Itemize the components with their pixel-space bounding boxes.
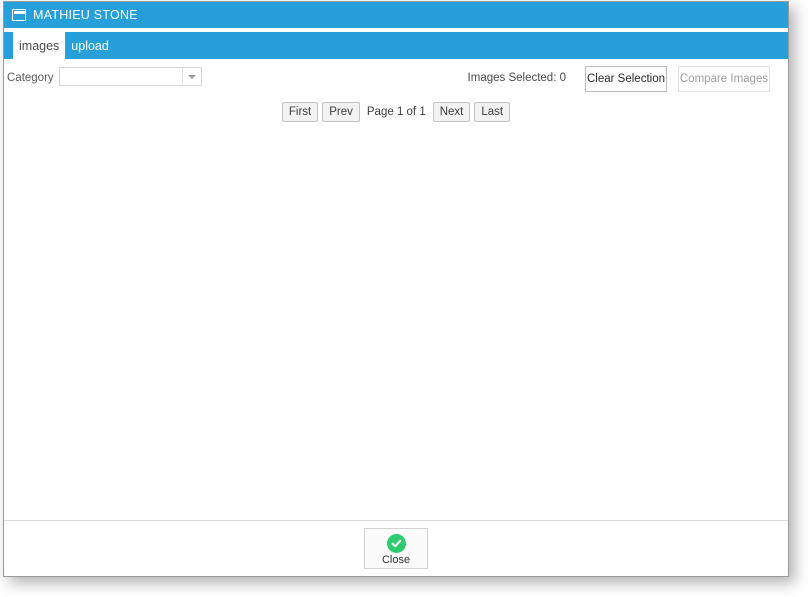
dialog-footer: Close bbox=[4, 520, 788, 576]
pagination-first-label: First bbox=[288, 106, 312, 118]
dialog-body: Category Images Selected: 0 Clear Select… bbox=[4, 59, 788, 520]
pagination-next-label: Next bbox=[439, 106, 464, 118]
pagination-first-button[interactable]: First bbox=[281, 102, 319, 122]
window-icon bbox=[12, 9, 26, 21]
dialog-title: MATHIEU STONE bbox=[33, 8, 138, 22]
tab-upload-label: upload bbox=[71, 38, 109, 53]
toolbar: Category Images Selected: 0 Clear Select… bbox=[4, 59, 788, 99]
close-button[interactable]: Close bbox=[364, 528, 428, 569]
images-selected-count: Images Selected: 0 bbox=[467, 72, 566, 84]
pagination-prev-label: Prev bbox=[329, 106, 353, 118]
tab-upload[interactable]: upload bbox=[65, 32, 115, 59]
dialog-titlebar: MATHIEU STONE bbox=[4, 2, 788, 28]
tab-bar: images upload bbox=[4, 32, 788, 59]
category-label: Category bbox=[7, 72, 54, 84]
pagination-last-label: Last bbox=[481, 106, 504, 118]
pagination-last-button[interactable]: Last bbox=[474, 102, 511, 122]
pagination-prev-button[interactable]: Prev bbox=[322, 102, 360, 122]
screen: MATHIEU STONE images upload Category Ima… bbox=[0, 0, 811, 597]
images-dialog: MATHIEU STONE images upload Category Ima… bbox=[3, 1, 789, 577]
pagination-next-button[interactable]: Next bbox=[432, 102, 471, 122]
tab-images-label: images bbox=[19, 38, 60, 53]
close-button-label: Close bbox=[381, 553, 411, 566]
pagination-page-indicator: Page 1 of 1 bbox=[366, 106, 426, 118]
clear-selection-button[interactable]: Clear Selection bbox=[585, 66, 667, 92]
compare-images-button: Compare Images bbox=[678, 66, 770, 92]
tab-images[interactable]: images bbox=[13, 32, 66, 59]
pagination-controls: First Prev Page 1 of 1 Next Last bbox=[4, 99, 788, 125]
check-circle-icon bbox=[386, 533, 406, 553]
compare-images-label: Compare Images bbox=[679, 73, 769, 85]
category-select[interactable] bbox=[59, 67, 202, 86]
image-grid-empty-area bbox=[4, 125, 788, 520]
clear-selection-label: Clear Selection bbox=[587, 73, 665, 85]
chevron-down-icon[interactable] bbox=[182, 68, 201, 85]
